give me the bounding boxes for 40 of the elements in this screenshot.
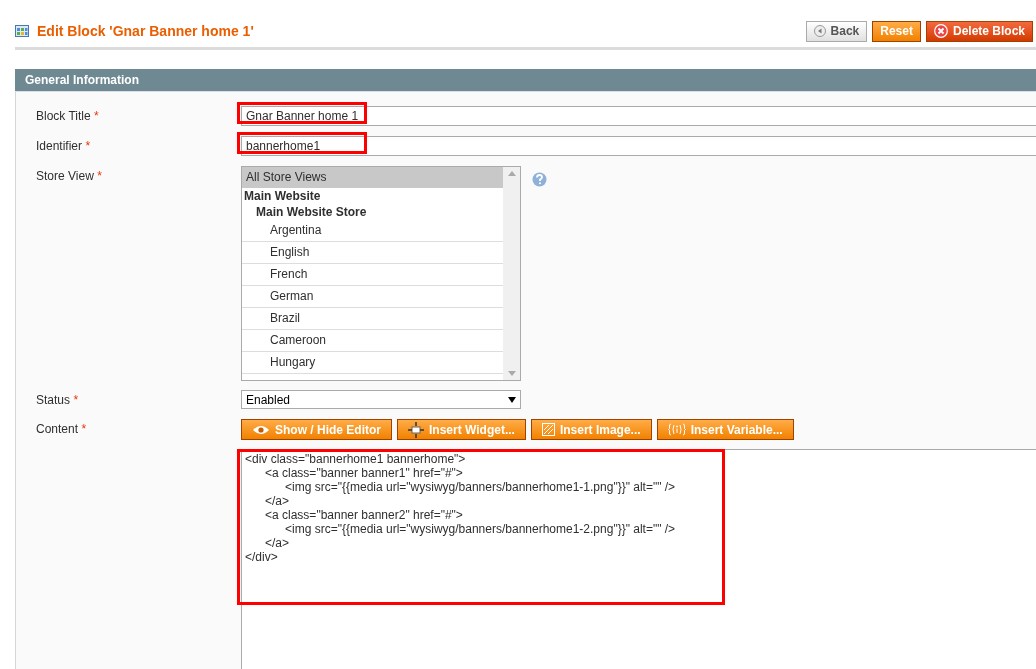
- variable-icon: [667, 423, 686, 436]
- scrollbar[interactable]: [503, 167, 520, 380]
- required-mark: *: [94, 109, 99, 123]
- store-view-listbox[interactable]: All Store Views Main Website Main Website Store Argentina English French German Brazil Cameroon Hungary: [241, 166, 521, 381]
- store-option[interactable]: French: [242, 264, 503, 286]
- delete-button[interactable]: Delete Block: [925, 20, 1033, 42]
- status-select[interactable]: Enabled: [241, 390, 521, 409]
- required-mark: *: [73, 393, 79, 407]
- page-title: Edit Block 'Gnar Banner home 1': [37, 23, 254, 39]
- field-label: Identifier: [36, 139, 83, 153]
- grid-icon: [15, 25, 29, 37]
- required-mark: *: [81, 422, 87, 436]
- back-button[interactable]: Back: [805, 20, 868, 42]
- eye-icon: [252, 424, 270, 435]
- field-label: Content: [36, 422, 79, 436]
- store-option[interactable]: Brazil: [242, 308, 503, 330]
- text-input[interactable]: Gnar Banner home 1: [241, 106, 1036, 126]
- image-icon: [541, 423, 555, 436]
- store-option[interactable]: Hungary: [242, 352, 503, 374]
- field-label: Store View: [36, 169, 94, 183]
- text-input[interactable]: bannerhome1: [241, 136, 1036, 156]
- store-option[interactable]: English: [242, 242, 503, 264]
- field-label: Block Title: [36, 109, 91, 123]
- store-group-label: Main Website Store: [255, 204, 368, 220]
- section-header: General Information: [15, 69, 1036, 92]
- delete-icon: [933, 24, 948, 38]
- widget-icon: [408, 421, 424, 438]
- store-option[interactable]: Argentina: [242, 220, 503, 242]
- scroll-up-icon: [507, 171, 516, 176]
- field-label: Status: [36, 393, 71, 407]
- content-textarea[interactable]: <div class="bannerhome1 bannerhome"> <a class="banner banner1" href="#"> <img src="{{media url="wysiwyg/banners/bannerhome1-1.png"}}" alt="" /> </a> <a class="banner banner2" href="#"> <img src="{{media url="wysiwyg/banners/bannerhome1-2.png"}}" alt="" /> </a> </div>: [241, 449, 1036, 669]
- store-option[interactable]: German: [242, 286, 503, 308]
- store-option[interactable]: Cameroon: [242, 330, 503, 352]
- help-icon[interactable]: [532, 172, 547, 187]
- store-group-label: Main Website: [243, 188, 322, 204]
- store-option[interactable]: All Store Views: [242, 167, 503, 188]
- scroll-down-icon: [507, 371, 516, 376]
- required-mark: *: [97, 169, 102, 183]
- dropdown-caret-icon: [508, 396, 516, 403]
- required-mark: *: [85, 139, 91, 153]
